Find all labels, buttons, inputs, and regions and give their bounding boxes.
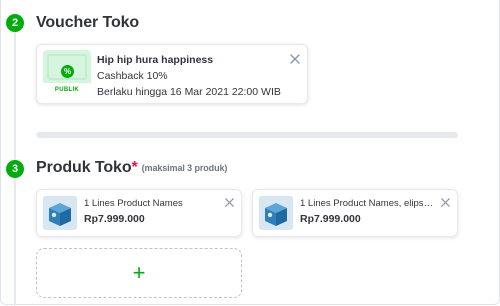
step-badge-2: 2	[6, 14, 24, 32]
voucher-card[interactable]: % PUBLIK Hip hip hura happiness Cashback…	[36, 44, 308, 104]
section-divider	[36, 132, 458, 138]
product-image	[43, 196, 77, 230]
voucher-visibility-label: PUBLIK	[43, 83, 91, 97]
plus-icon: +	[132, 260, 146, 285]
product-box-image-icon	[259, 196, 293, 230]
add-product-button[interactable]: +	[36, 248, 242, 298]
remove-product-close-icon[interactable]	[440, 197, 451, 208]
product-name: 1 Lines Product Names, elipsis if too lo…	[300, 198, 434, 209]
remove-product-close-icon[interactable]	[224, 197, 235, 208]
voucher-validity: Berlaku hingga 16 Mar 2021 22:00 WIB	[97, 86, 281, 98]
step-badge-3: 3	[6, 160, 24, 178]
percent-icon: %	[61, 65, 74, 78]
product-box-image-icon	[43, 196, 77, 230]
product-card[interactable]: 1 Lines Product Names Rp7.999.000	[36, 189, 242, 237]
product-name: 1 Lines Product Names	[84, 198, 183, 209]
required-asterisk: *	[131, 159, 138, 176]
voucher-thumbnail: % PUBLIK	[43, 50, 91, 97]
product-card[interactable]: 1 Lines Product Names, elipsis if too lo…	[252, 189, 458, 237]
max-products-hint: (maksimal 3 produk)	[141, 163, 228, 173]
voucher-name: Hip hip hura happiness	[97, 54, 214, 66]
voucher-benefit: Cashback 10%	[97, 70, 168, 82]
product-image	[259, 196, 293, 230]
product-price: Rp7.999.000	[300, 213, 361, 225]
product-price: Rp7.999.000	[84, 213, 145, 225]
remove-voucher-close-icon[interactable]	[289, 53, 301, 65]
product-section-title: Produk Toko* (maksimal 3 produk)	[36, 159, 227, 177]
product-section-title-text: Produk Toko	[36, 159, 132, 176]
voucher-section-title: Voucher Toko	[36, 14, 140, 31]
